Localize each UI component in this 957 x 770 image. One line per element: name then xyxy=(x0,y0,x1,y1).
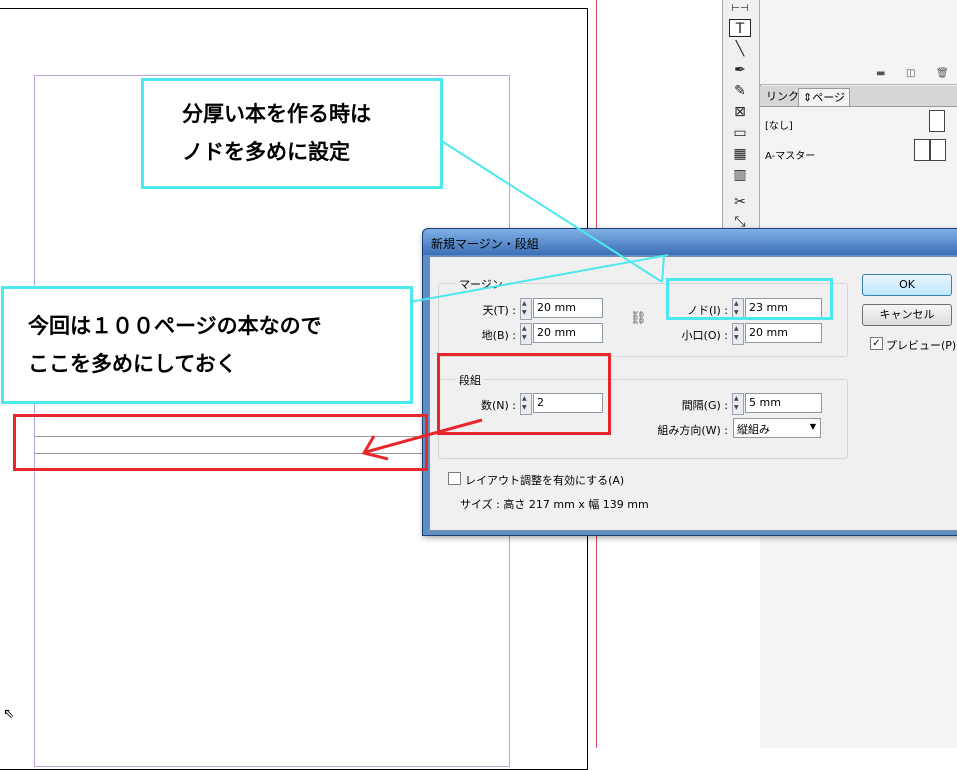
callout-gutter-tip: 分厚い本を作る時は ノドを多めに設定 xyxy=(141,78,443,189)
cyan-connector-line xyxy=(439,139,663,283)
inside-margin-highlight xyxy=(666,278,833,320)
callout-100-pages-tip: 今回は１００ページの本なので ここを多めにしておく xyxy=(1,286,413,404)
callout-line: ここを多めにしておく xyxy=(28,352,237,376)
callout-line: 分厚い本を作る時は xyxy=(182,102,371,126)
cyan-connector-line xyxy=(661,255,665,283)
cyan-connector-line xyxy=(409,254,669,303)
column-area-highlight xyxy=(13,414,428,471)
callout-line: ノドを多めに設定 xyxy=(182,140,350,164)
columns-group-highlight xyxy=(437,353,611,435)
callout-line: 今回は１００ページの本なので xyxy=(28,314,322,338)
